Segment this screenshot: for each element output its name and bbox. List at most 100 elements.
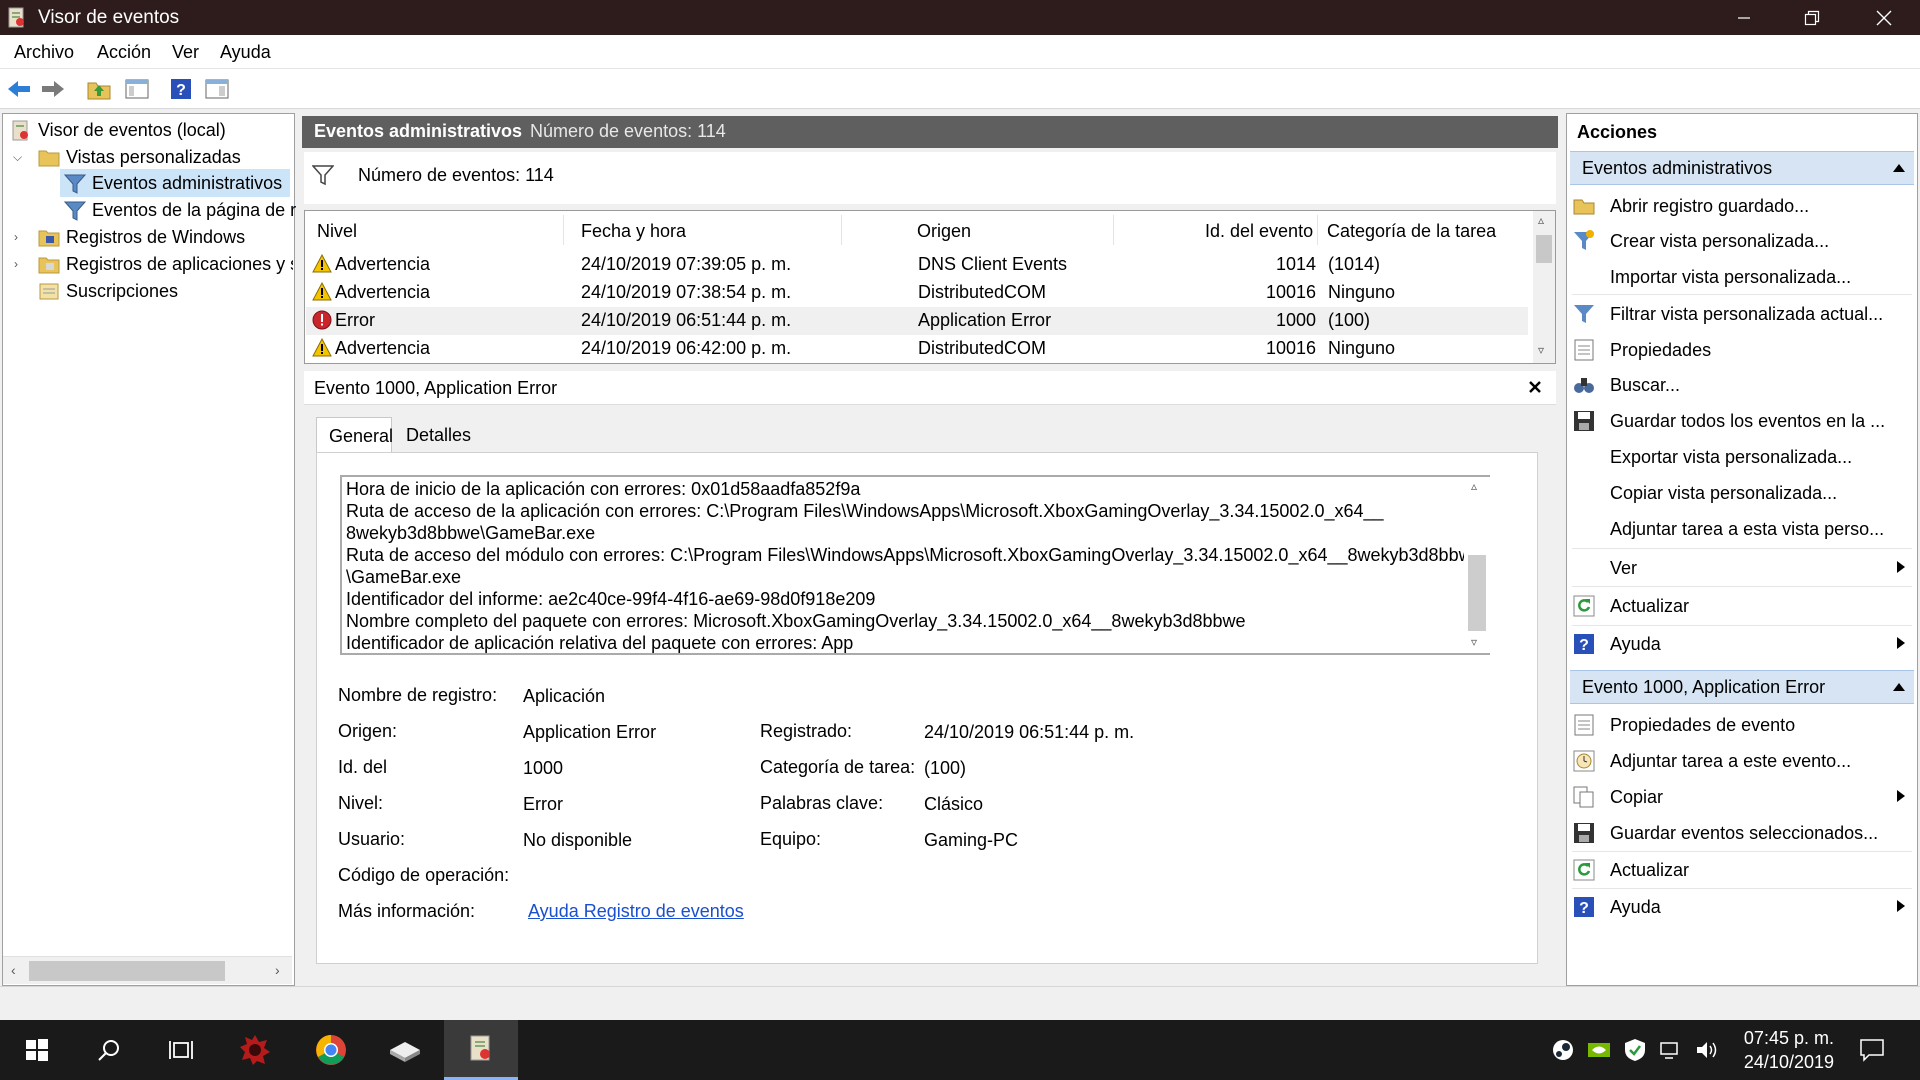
tree-item-root[interactable]: Visor de eventos (local) xyxy=(10,117,226,144)
menu-ayuda[interactable]: Ayuda xyxy=(220,42,271,63)
actions-section-event[interactable]: Evento 1000, Application Error xyxy=(1570,670,1914,704)
table-row[interactable]: Advertencia 24/10/2019 06:42:00 p. m. Di… xyxy=(306,335,1528,363)
collapse-icon[interactable] xyxy=(1892,682,1906,692)
scroll-thumb[interactable] xyxy=(1468,555,1486,631)
column-separator[interactable] xyxy=(1113,215,1114,245)
action-refresh[interactable]: Actualizar xyxy=(1572,589,1912,623)
column-header-level[interactable]: Nivel xyxy=(317,221,357,242)
action-help[interactable]: ? Ayuda xyxy=(1572,627,1912,661)
task-view-icon[interactable] xyxy=(144,1020,218,1080)
gaming-app-icon[interactable] xyxy=(218,1020,292,1080)
action-open-saved-log[interactable]: Abrir registro guardado... xyxy=(1572,189,1912,223)
scroll-down-icon[interactable]: ▿ xyxy=(1471,635,1477,649)
action-attach-task-view[interactable]: Adjuntar tarea a esta vista perso... xyxy=(1572,512,1912,546)
chevron-right-icon[interactable]: › xyxy=(14,257,18,271)
menu-archivo[interactable]: Archivo xyxy=(14,42,74,63)
table-row[interactable]: Advertencia 24/10/2019 07:39:05 p. m. DN… xyxy=(306,251,1528,279)
column-header-date[interactable]: Fecha y hora xyxy=(581,221,686,242)
event-log-help-link[interactable]: Ayuda Registro de eventos xyxy=(528,901,744,922)
notifications-icon[interactable] xyxy=(1852,1020,1892,1080)
scroll-thumb[interactable] xyxy=(1536,235,1552,263)
scroll-right-icon[interactable]: › xyxy=(275,962,280,978)
menu-ver[interactable]: Ver xyxy=(172,42,199,63)
app-launcher-icon[interactable] xyxy=(368,1020,442,1080)
tab-general[interactable]: General xyxy=(316,417,393,453)
scroll-thumb[interactable] xyxy=(29,961,225,981)
action-refresh-event[interactable]: Actualizar xyxy=(1572,853,1912,887)
description-scrollbar[interactable]: ▵ ▿ xyxy=(1464,475,1490,655)
warning-icon xyxy=(312,282,332,302)
forward-arrow-icon[interactable] xyxy=(38,74,68,104)
show-hide-tree-icon[interactable] xyxy=(122,74,152,104)
help-icon[interactable]: ? xyxy=(166,74,196,104)
minimize-button[interactable] xyxy=(1710,0,1778,35)
column-separator[interactable] xyxy=(1317,215,1318,245)
taskbar-clock[interactable]: 07:45 p. m. 24/10/2019 xyxy=(1744,1026,1834,1074)
action-export-custom-view[interactable]: Exportar vista personalizada... xyxy=(1572,440,1912,474)
action-event-properties[interactable]: Propiedades de evento xyxy=(1572,708,1912,742)
action-create-custom-view[interactable]: Crear vista personalizada... xyxy=(1572,224,1912,258)
event-viewer-taskbar-icon[interactable] xyxy=(444,1020,518,1080)
chevron-down-icon[interactable]: ⌵ xyxy=(13,150,22,165)
table-row[interactable]: Advertencia 24/10/2019 07:38:54 p. m. Di… xyxy=(306,279,1528,307)
network-icon[interactable] xyxy=(1656,1020,1686,1080)
actions-section-admin-events[interactable]: Eventos administrativos xyxy=(1570,151,1914,185)
action-attach-task-event[interactable]: Adjuntar tarea a este evento... xyxy=(1572,744,1912,778)
security-shield-icon[interactable] xyxy=(1620,1020,1650,1080)
action-help-event[interactable]: ? Ayuda xyxy=(1572,890,1912,924)
close-window-button[interactable] xyxy=(1850,0,1918,35)
search-icon[interactable] xyxy=(72,1020,146,1080)
action-filter-current-view[interactable]: Filtrar vista personalizada actual... xyxy=(1572,297,1912,331)
back-arrow-icon[interactable] xyxy=(4,74,34,104)
scroll-up-icon[interactable]: ▵ xyxy=(1538,213,1544,227)
tree-item-app-logs[interactable]: Registros de aplicaciones y se xyxy=(38,251,293,278)
tree-label: Registros de Windows xyxy=(66,227,246,247)
grid-vertical-scrollbar[interactable]: ▵ ▿ xyxy=(1533,211,1555,363)
cell-source: Application Error xyxy=(918,310,1052,330)
more-info-label: Más información: xyxy=(338,901,476,921)
divider xyxy=(1572,625,1912,626)
description-line: Ruta de acceso de la aplicación con erro… xyxy=(346,501,1384,521)
event-description-box[interactable]: Hora de inicio de la aplicación con erro… xyxy=(340,475,1490,655)
action-save-selected-events[interactable]: Guardar eventos seleccionados... xyxy=(1572,816,1912,850)
action-view[interactable]: Ver xyxy=(1572,551,1912,585)
steam-icon[interactable] xyxy=(1548,1020,1578,1080)
restore-button[interactable] xyxy=(1778,0,1846,35)
close-detail-icon[interactable] xyxy=(1528,380,1542,394)
column-header-source[interactable]: Origen xyxy=(917,221,971,242)
folder-up-icon[interactable] xyxy=(84,74,114,104)
cell-level: Advertencia xyxy=(335,282,431,302)
start-windows-icon[interactable] xyxy=(0,1020,74,1080)
nvidia-icon[interactable] xyxy=(1584,1020,1614,1080)
menu-accion[interactable]: Acción xyxy=(97,42,151,63)
action-import-custom-view[interactable]: Importar vista personalizada... xyxy=(1572,260,1912,294)
tree-item-page-events[interactable]: Eventos de la página de r xyxy=(64,197,296,224)
chrome-icon[interactable] xyxy=(294,1020,368,1080)
tab-details[interactable]: Detalles xyxy=(394,417,483,453)
tree-item-admin-events[interactable]: Eventos administrativos xyxy=(64,170,282,197)
logged-label: Registrado: xyxy=(760,721,853,741)
chevron-right-icon[interactable]: › xyxy=(14,230,18,244)
show-hide-action-pane-icon[interactable] xyxy=(202,74,232,104)
scroll-up-icon[interactable]: ▵ xyxy=(1471,479,1477,493)
tree-item-windows-logs[interactable]: Registros de Windows xyxy=(38,224,245,251)
column-header-task-category[interactable]: Categoría de la tarea xyxy=(1327,221,1496,242)
action-properties[interactable]: Propiedades xyxy=(1572,333,1912,367)
volume-icon[interactable] xyxy=(1692,1020,1722,1080)
column-header-event-id[interactable]: Id. del evento xyxy=(1205,221,1313,242)
tree-item-custom-views[interactable]: Vistas personalizadas xyxy=(38,144,241,171)
column-separator[interactable] xyxy=(841,215,842,245)
cell-event-id: 10016 xyxy=(1265,338,1316,358)
column-separator[interactable] xyxy=(563,215,564,245)
table-row-selected[interactable]: Error 24/10/2019 06:51:44 p. m. Applicat… xyxy=(306,307,1528,335)
scroll-down-icon[interactable]: ▿ xyxy=(1538,343,1544,357)
action-copy[interactable]: Copiar xyxy=(1572,780,1912,814)
collapse-icon[interactable] xyxy=(1892,163,1906,173)
divider xyxy=(1572,851,1912,852)
tree-item-subscriptions[interactable]: Suscripciones xyxy=(38,278,178,305)
tree-horizontal-scrollbar[interactable]: ‹ › xyxy=(3,956,292,984)
action-copy-custom-view[interactable]: Copiar vista personalizada... xyxy=(1572,476,1912,510)
scroll-left-icon[interactable]: ‹ xyxy=(11,962,16,978)
action-save-all-events[interactable]: Guardar todos los eventos en la ... xyxy=(1572,404,1912,438)
action-find[interactable]: Buscar... xyxy=(1572,368,1912,402)
